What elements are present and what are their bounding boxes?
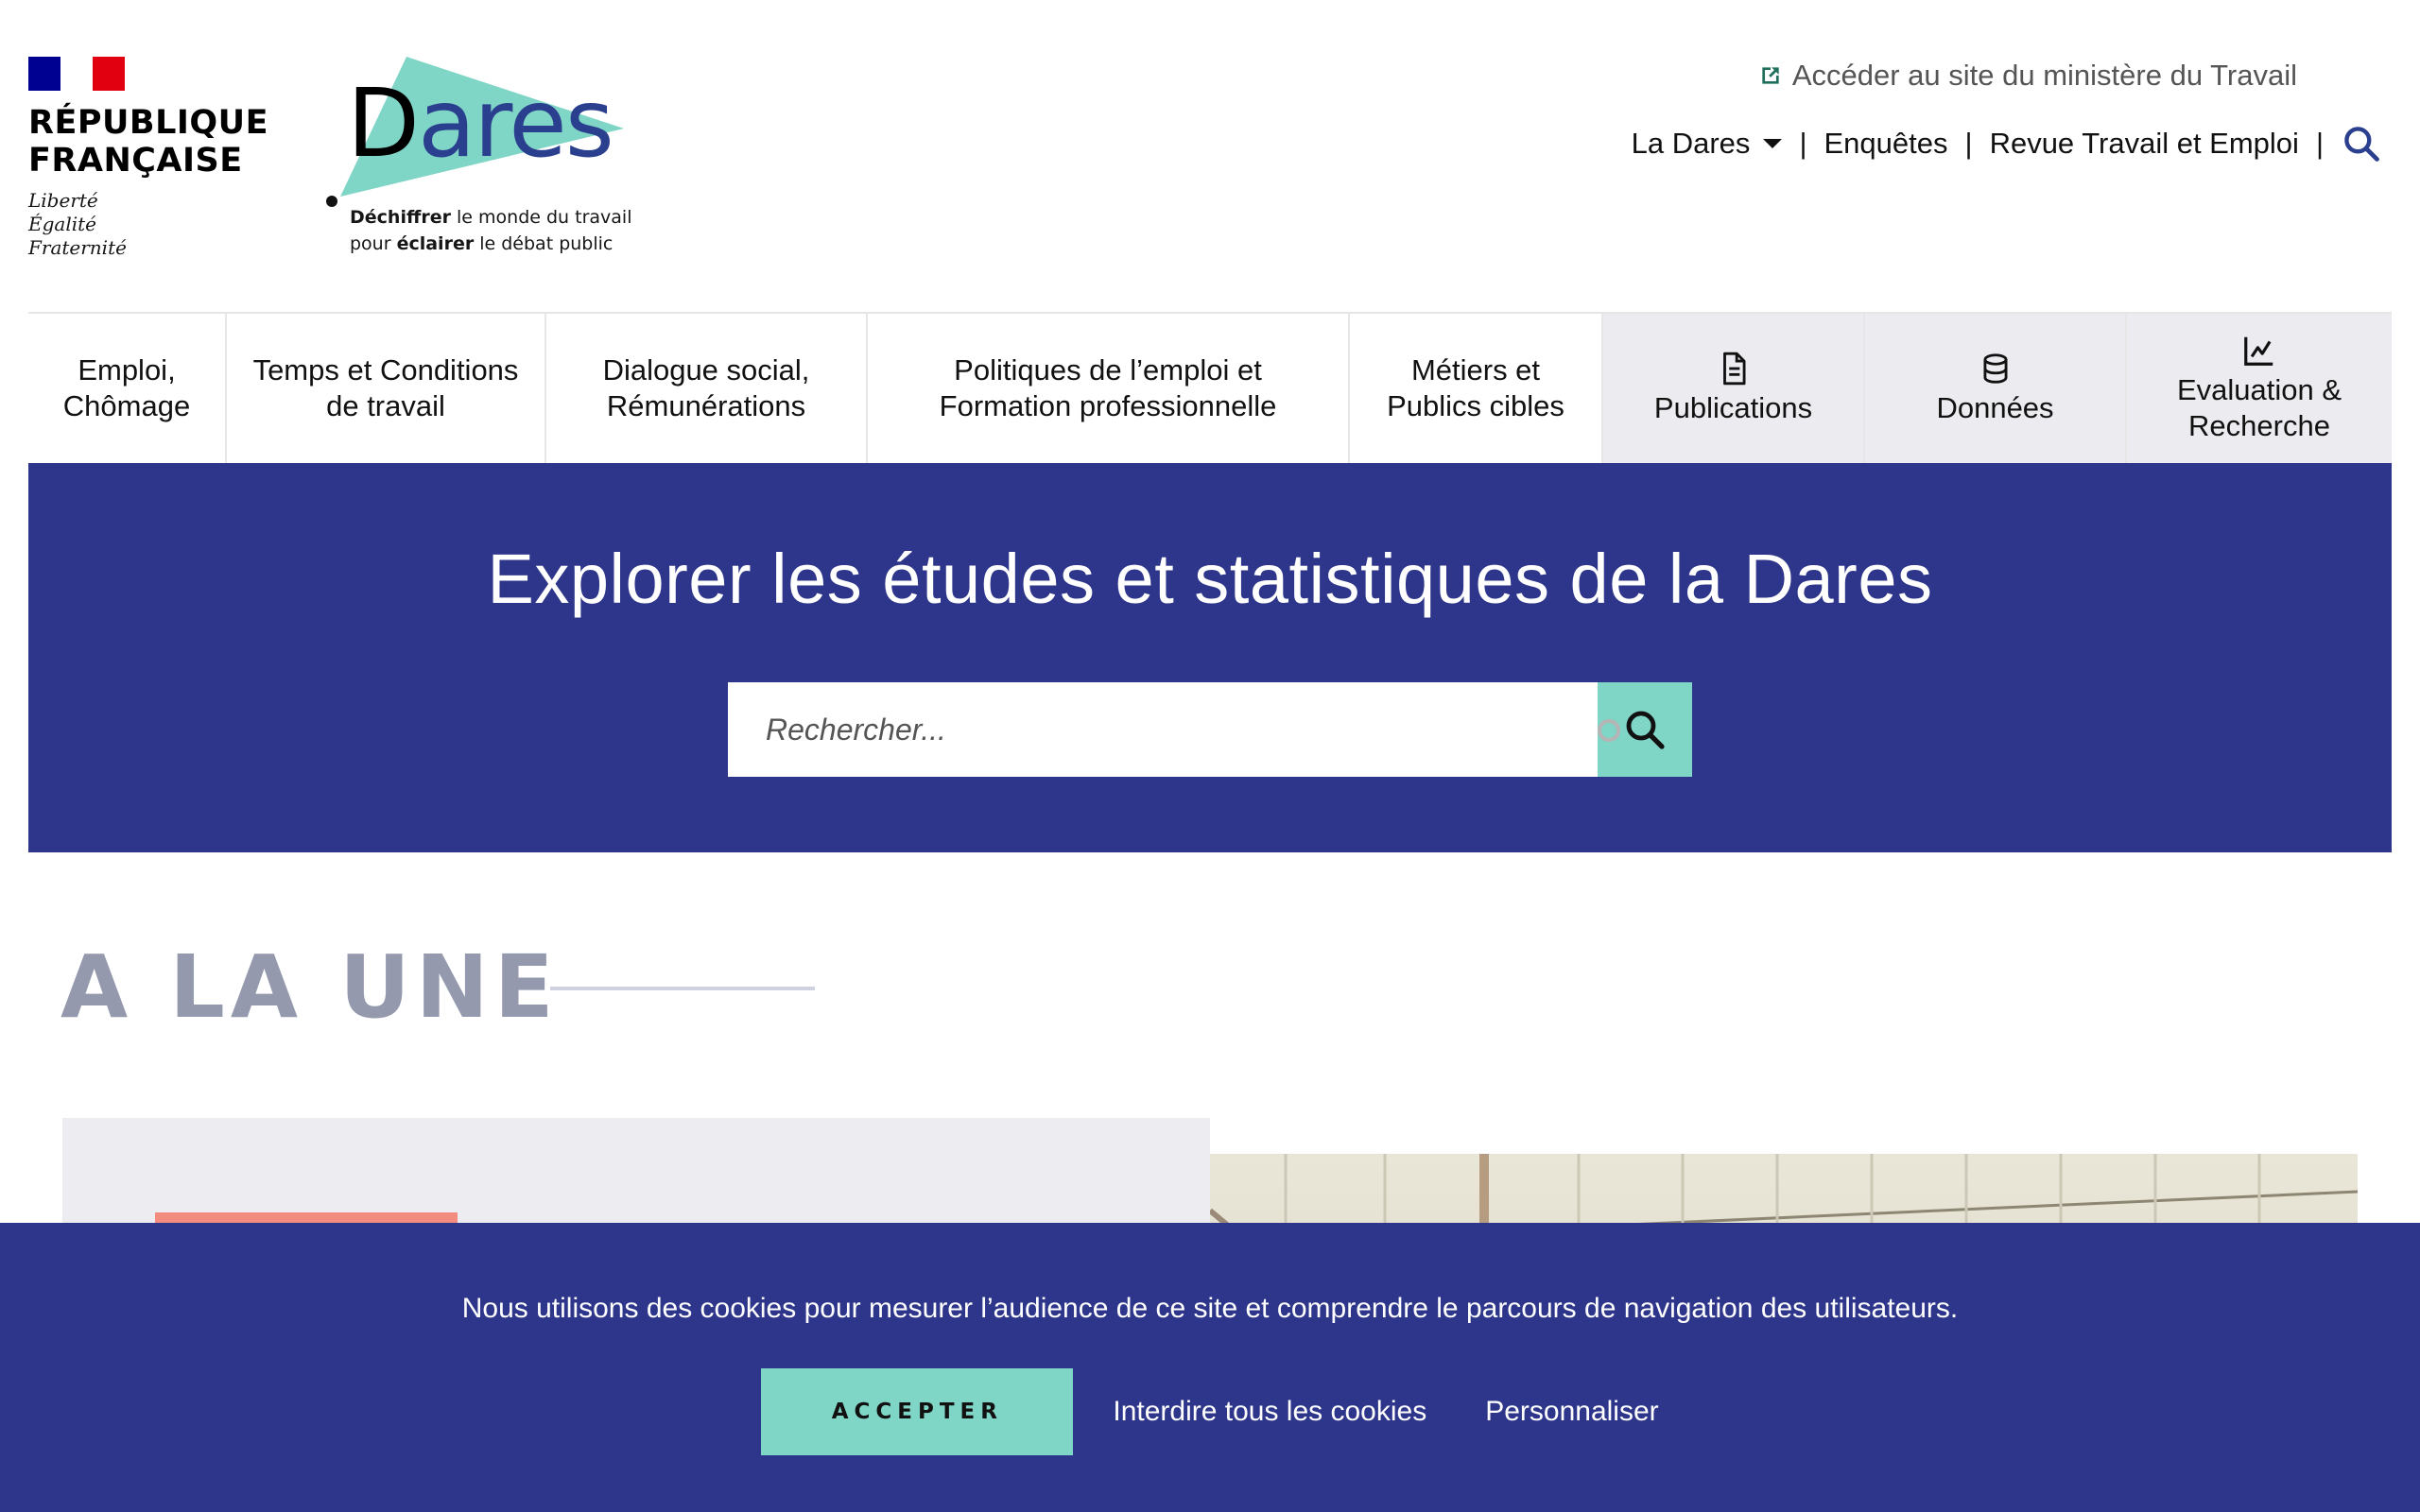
hero-title: Explorer les études et statistiques de l… <box>487 540 1933 618</box>
hero-search-section: Explorer les études et statistiques de l… <box>28 463 2392 852</box>
main-nav: Emploi, Chômage Temps et Conditions de t… <box>28 312 2392 463</box>
accept-cookies-button[interactable]: ACCEPTER <box>761 1368 1074 1455</box>
rf-motto-3: Fraternité <box>28 236 127 259</box>
site-header: RÉPUBLIQUE FRANÇAISE Liberté Égalité Fra… <box>0 0 2420 312</box>
tagline-rest-2: le débat public <box>474 233 614 254</box>
nav-metiers-publics[interactable]: Métiers et Publics cibles <box>1350 314 1603 463</box>
rf-motto-2: Égalité <box>28 213 96 235</box>
tagline-pre-2: pour <box>350 233 397 254</box>
dares-logo[interactable]: Dares Déchiffrer le monde du travail pou… <box>321 55 633 263</box>
republique-francaise-logo[interactable]: RÉPUBLIQUE FRANÇAISE Liberté Égalité Fra… <box>28 57 269 260</box>
a-la-une-heading: A LA UNE <box>60 936 560 1038</box>
nav-label-line1: Publications <box>1653 391 1813 424</box>
search-input[interactable] <box>728 682 1598 777</box>
loading-spinner-icon <box>1598 719 1620 742</box>
dares-tagline: Déchiffrer le monde du travail pour écla… <box>350 204 632 257</box>
rf-name-line1: RÉPUBLIQUE <box>28 104 269 142</box>
rf-motto: Liberté Égalité Fraternité <box>28 189 265 260</box>
cookie-actions: ACCEPTER Interdire tous les cookies Pers… <box>0 1368 2420 1455</box>
rf-name-line2: FRANÇAISE <box>28 142 243 180</box>
tagline-bold-1: Déchiffrer <box>350 207 451 228</box>
nav-label-line1: Temps et Conditions <box>252 353 519 387</box>
ministere-travail-label: Accéder au site du ministère du Travail <box>1791 59 2297 92</box>
chart-icon <box>2244 336 2273 366</box>
nav-separator: | <box>1964 127 1973 160</box>
tagline-bold-2: éclairer <box>396 233 475 254</box>
nav-label-line2: Publics cibles <box>1387 389 1564 422</box>
dares-wordmark-d: D <box>347 68 420 179</box>
nav-label-line1: Emploi, <box>78 353 176 387</box>
nav-label-line1: Politiques de l’emploi et <box>954 353 1262 387</box>
rf-motto-1: Liberté <box>28 189 98 212</box>
nav-politiques-emploi[interactable]: Politiques de l’emploi et Formation prof… <box>868 314 1350 463</box>
deny-cookies-button[interactable]: Interdire tous les cookies <box>1113 1396 1426 1428</box>
cookie-message: Nous utilisons des cookies pour mesurer … <box>461 1293 1959 1324</box>
top-nav: La Dares | Enquêtes | Revue Travail et E… <box>1632 123 2382 164</box>
external-link-icon <box>1762 67 1779 84</box>
document-icon <box>1722 352 1746 386</box>
heading-divider <box>550 987 815 990</box>
nav-separator: | <box>2315 127 2324 160</box>
nav-label-line1: Métiers et <box>1410 353 1541 387</box>
top-nav-enquetes[interactable]: Enquêtes <box>1824 127 1948 161</box>
nav-label-line2: Rémunérations <box>606 389 806 422</box>
dares-wordmark: Dares <box>347 72 614 176</box>
tagline-rest-1: le monde du travail <box>450 207 632 228</box>
nav-label-line1: Données <box>1936 391 2054 424</box>
nav-publications[interactable]: Publications <box>1603 314 1865 463</box>
nav-temps-conditions[interactable]: Temps et Conditions de travail <box>227 314 546 463</box>
nav-separator: | <box>1799 127 1807 160</box>
caret-down-icon <box>1763 139 1783 148</box>
nav-emploi-chomage[interactable]: Emploi, Chômage <box>28 314 227 463</box>
nav-label-line2: Chômage <box>62 389 191 422</box>
nav-donnees[interactable]: Données <box>1865 314 2127 463</box>
customize-cookies-button[interactable]: Personnaliser <box>1485 1396 1658 1428</box>
search-icon[interactable] <box>2341 123 2382 164</box>
ministere-travail-link[interactable]: Accéder au site du ministère du Travail <box>1758 59 2297 93</box>
database-icon <box>1982 353 2008 384</box>
nav-label-line1: Dialogue social, <box>602 353 810 387</box>
nav-label-line2: Recherche <box>2188 409 2330 442</box>
nav-label-line1: Evaluation & <box>2176 373 2342 406</box>
search-bar <box>728 682 1692 777</box>
nav-dialogue-social[interactable]: Dialogue social, Rémunérations <box>546 314 868 463</box>
top-nav-la-dares[interactable]: La Dares <box>1632 127 1783 161</box>
cookie-banner: Nous utilisons des cookies pour mesurer … <box>0 1223 2420 1512</box>
top-nav-revue[interactable]: Revue Travail et Emploi <box>1990 127 2299 161</box>
french-flag-icon <box>28 57 125 91</box>
top-nav-la-dares-label: La Dares <box>1631 127 1751 160</box>
nav-evaluation-recherche[interactable]: Evaluation & Recherche <box>2127 314 2392 463</box>
nav-label-line2: Formation professionnelle <box>939 389 1277 422</box>
nav-label-line2: de travail <box>326 389 445 422</box>
dares-wordmark-rest: ares <box>418 68 614 179</box>
rf-name: RÉPUBLIQUE FRANÇAISE <box>28 104 269 180</box>
search-icon <box>1626 711 1665 749</box>
